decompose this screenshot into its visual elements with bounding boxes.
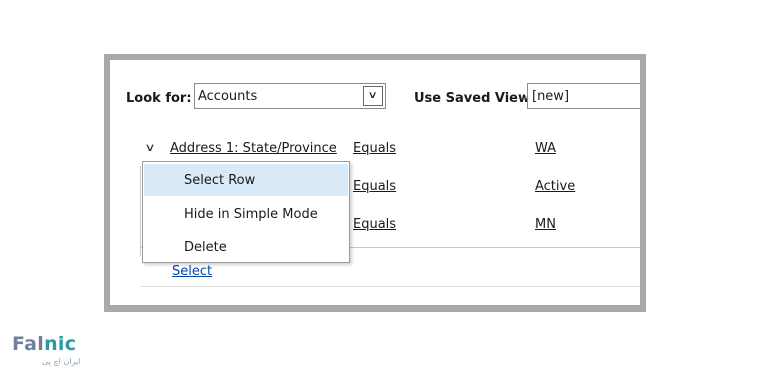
look-for-dropdown[interactable]: Accounts ∨: [194, 83, 386, 109]
criteria-value-link[interactable]: Active: [535, 179, 575, 194]
menu-item-label: Select Row: [184, 173, 256, 188]
saved-view-dropdown[interactable]: [new]: [527, 83, 640, 109]
criteria-value-link[interactable]: WA: [535, 141, 556, 156]
divider: [140, 286, 640, 287]
look-for-value: Accounts: [198, 89, 258, 104]
criteria-operator-link[interactable]: Equals: [353, 141, 396, 156]
falnic-logo: Falnic ایران اچ پی: [12, 333, 80, 366]
chevron-down-icon: ∨: [367, 90, 379, 101]
criteria-value-link[interactable]: MN: [535, 217, 556, 232]
criteria-operator-link[interactable]: Equals: [353, 217, 396, 232]
criteria-operator-link[interactable]: Equals: [353, 179, 396, 194]
saved-view-label: Use Saved View:: [414, 91, 536, 106]
menu-item-label: Delete: [184, 240, 227, 255]
row-expand-chevron-icon[interactable]: ∨: [144, 141, 155, 154]
select-link[interactable]: Select: [172, 264, 212, 279]
saved-view-value: [new]: [532, 89, 570, 104]
logo-text-fal: Fal: [12, 333, 45, 355]
menu-item-delete[interactable]: Delete: [144, 231, 348, 263]
advanced-find-panel: Look for: Accounts ∨ Use Saved View: [ne…: [110, 60, 640, 305]
criteria-field-link[interactable]: Address 1: State/Province: [170, 141, 337, 156]
logo-subtitle: ایران اچ پی: [42, 357, 81, 366]
logo-text-nic: nic: [44, 333, 77, 355]
menu-item-hide-in-simple-mode[interactable]: Hide in Simple Mode: [144, 198, 348, 230]
look-for-label: Look for:: [126, 91, 192, 106]
divider: [140, 166, 141, 256]
menu-item-select-row[interactable]: Select Row: [144, 164, 348, 196]
screenshot-frame: Look for: Accounts ∨ Use Saved View: [ne…: [104, 54, 646, 312]
dropdown-button[interactable]: ∨: [363, 86, 383, 106]
context-menu: Select Row Hide in Simple Mode Delete: [142, 161, 350, 263]
menu-item-label: Hide in Simple Mode: [184, 207, 318, 222]
